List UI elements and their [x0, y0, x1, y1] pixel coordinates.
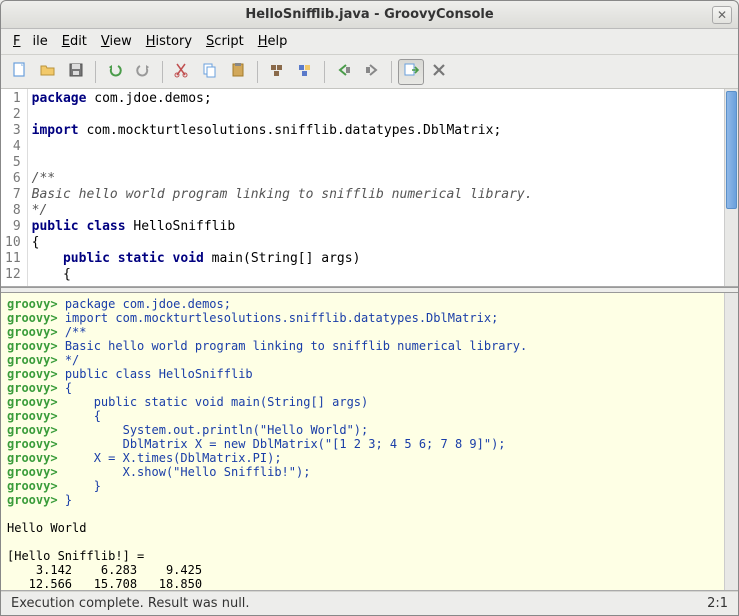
menu-view[interactable]: View	[95, 31, 138, 52]
redo-icon	[134, 61, 152, 83]
status-message: Execution complete. Result was null.	[11, 596, 250, 611]
toolbar-separator	[95, 61, 96, 83]
menu-help[interactable]: Help	[252, 31, 294, 52]
output-pane[interactable]: groovy> package com.jdoe.demos; groovy> …	[1, 293, 738, 591]
line-number-gutter: 123456789101112	[1, 89, 28, 286]
new-file-button[interactable]	[7, 59, 33, 85]
open-folder-icon	[39, 61, 57, 83]
menu-file[interactable]: File	[7, 31, 54, 52]
redo-button[interactable]	[130, 59, 156, 85]
run-script-button[interactable]	[398, 59, 424, 85]
copy-button[interactable]	[197, 59, 223, 85]
replace-icon	[296, 61, 314, 83]
history-prev-button[interactable]	[331, 59, 357, 85]
toolbar-separator	[391, 61, 392, 83]
history-next-button[interactable]	[359, 59, 385, 85]
undo-icon	[106, 61, 124, 83]
interrupt-button[interactable]	[426, 59, 452, 85]
paste-icon	[229, 61, 247, 83]
paste-button[interactable]	[225, 59, 251, 85]
open-file-button[interactable]	[35, 59, 61, 85]
new-file-icon	[11, 61, 29, 83]
menu-history[interactable]: History	[140, 31, 198, 52]
titlebar: HelloSnifflib.java - GroovyConsole ✕	[1, 1, 738, 29]
toolbar-separator	[257, 61, 258, 83]
history-next-icon	[363, 61, 381, 83]
code-editor[interactable]: package com.jdoe.demos; import com.mockt…	[28, 89, 724, 286]
statusbar: Execution complete. Result was null. 2:1	[1, 591, 738, 615]
window-title: HelloSnifflib.java - GroovyConsole	[245, 7, 493, 22]
menubar: File Edit View History Script Help	[1, 29, 738, 55]
find-icon	[268, 61, 286, 83]
editor-scrollbar[interactable]	[724, 89, 738, 286]
find-button[interactable]	[264, 59, 290, 85]
editor-pane[interactable]: 123456789101112 package com.jdoe.demos; …	[1, 89, 738, 287]
save-icon	[67, 61, 85, 83]
window-close-button[interactable]: ✕	[712, 6, 732, 24]
save-file-button[interactable]	[63, 59, 89, 85]
output-content: groovy> package com.jdoe.demos; groovy> …	[7, 297, 732, 591]
replace-button[interactable]	[292, 59, 318, 85]
run-icon	[402, 61, 420, 83]
cut-icon	[173, 61, 191, 83]
menu-edit[interactable]: Edit	[56, 31, 93, 52]
close-icon: ✕	[717, 8, 727, 22]
copy-icon	[201, 61, 219, 83]
cut-button[interactable]	[169, 59, 195, 85]
scrollbar-thumb[interactable]	[726, 91, 737, 209]
undo-button[interactable]	[102, 59, 128, 85]
toolbar-separator	[324, 61, 325, 83]
close-x-icon	[430, 61, 448, 83]
menu-script[interactable]: Script	[200, 31, 250, 52]
cursor-position: 2:1	[707, 596, 728, 611]
toolbar	[1, 55, 738, 89]
history-prev-icon	[335, 61, 353, 83]
output-scrollbar[interactable]	[724, 293, 738, 590]
toolbar-separator	[162, 61, 163, 83]
